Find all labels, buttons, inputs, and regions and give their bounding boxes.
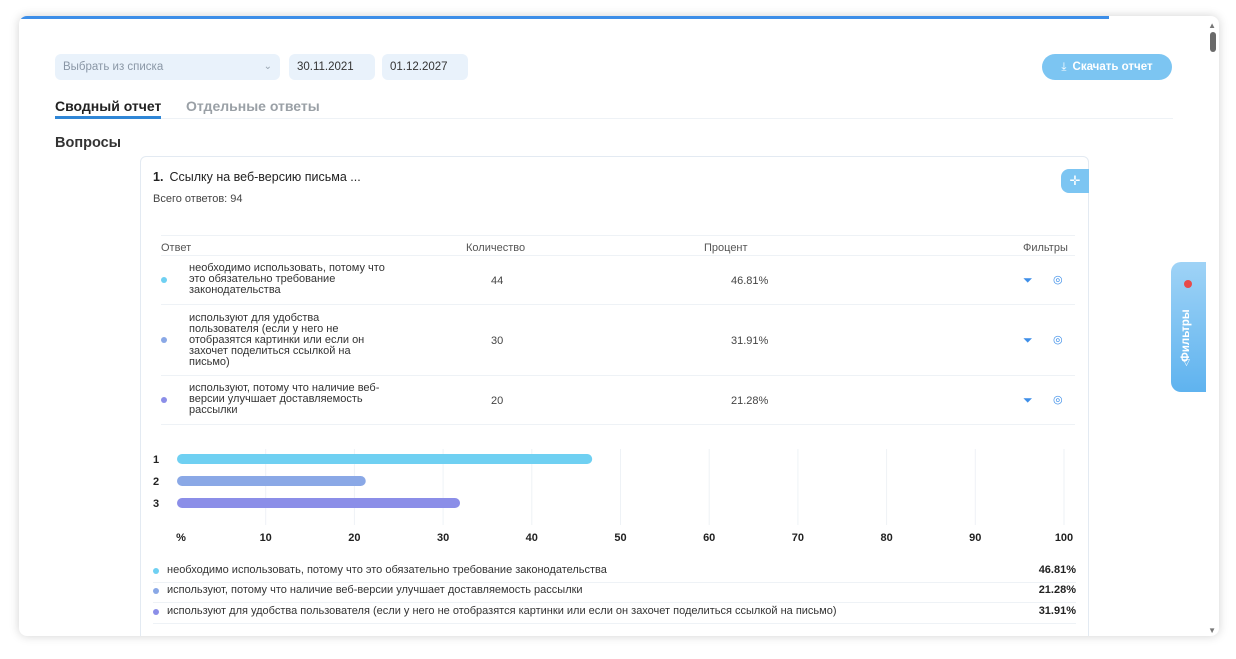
chevron-down-icon: ⌄ xyxy=(263,61,272,72)
chart-bar xyxy=(177,498,461,508)
row-count: 20 xyxy=(491,395,504,407)
list-select[interactable]: Выбрать из списка ⌄ xyxy=(55,54,280,80)
section-title: Вопросы xyxy=(55,135,122,151)
eye-off-icon[interactable]: ◎ xyxy=(1053,333,1063,346)
chart-tick-label: % xyxy=(176,532,186,544)
header-filters: Фильтры xyxy=(1023,242,1068,254)
row-color-dot xyxy=(161,337,167,343)
chart-category-label: 1 xyxy=(153,454,159,466)
legend-color-dot xyxy=(153,609,159,615)
chart-category-label: 3 xyxy=(153,498,159,510)
table-row: используют для удобства пользователя (ес… xyxy=(161,304,1075,375)
table-bottom-divider xyxy=(161,424,1075,425)
legend-text: необходимо использовать, потому что это … xyxy=(167,564,607,576)
legend-item: используют для удобства пользователя (ес… xyxy=(153,603,1076,624)
chart-tick-label: 100 xyxy=(1055,532,1073,544)
scroll-thumb[interactable] xyxy=(1210,32,1216,52)
tab-individual-answers[interactable]: Отдельные ответы xyxy=(186,98,320,114)
row-color-dot xyxy=(161,277,167,283)
question-text: Ссылку на веб-версию письма ... xyxy=(169,170,361,184)
date-from-field[interactable]: 30.11.2021 xyxy=(289,54,375,80)
filter-icon: ▽ xyxy=(1183,357,1190,367)
header-count: Количество xyxy=(466,242,526,254)
top-progress-bar xyxy=(19,16,1109,19)
eye-off-icon[interactable]: ◎ xyxy=(1053,393,1063,406)
legend-text: используют, потому что наличие веб-верси… xyxy=(167,584,583,596)
row-count: 30 xyxy=(491,335,504,347)
chart-tick-label: 40 xyxy=(526,532,538,544)
row-answer: используют для удобства пользователя (ес… xyxy=(189,312,365,368)
legend-item: используют, потому что наличие веб-верси… xyxy=(153,582,1076,603)
legend-value: 31.91% xyxy=(1038,605,1076,617)
scroll-down-icon[interactable]: ▼ xyxy=(1208,626,1216,635)
download-icon: ⤓ xyxy=(1061,61,1067,73)
answers-bar-chart: 1 2 3% 10 20 30 40 50 60 70 80 90 100 xyxy=(153,449,1073,544)
filter-icon[interactable]: ⏷ xyxy=(1023,393,1033,408)
row-answer: необходимо использовать, потому что это … xyxy=(189,262,385,296)
download-label: Скачать отчет xyxy=(1072,61,1153,73)
report-tabs: Сводный отчет Отдельные ответы xyxy=(55,98,1173,119)
chart-category-label: 2 xyxy=(153,476,159,488)
chart-tick-label: 80 xyxy=(880,532,892,544)
row-percent: 31.91% xyxy=(731,335,769,347)
legend-color-dot xyxy=(153,568,159,574)
header-percent: Процент xyxy=(704,242,748,254)
row-percent: 46.81% xyxy=(731,275,769,287)
filter-icon[interactable]: ⏷ xyxy=(1023,273,1033,288)
row-percent: 21.28% xyxy=(731,395,769,407)
tab-summary-report[interactable]: Сводный отчет xyxy=(55,98,162,119)
table-row: необходимо использовать, потому что это … xyxy=(161,255,1075,304)
eye-off-icon[interactable]: ◎ xyxy=(1053,273,1063,286)
chart-bar xyxy=(177,476,366,486)
chart-bar xyxy=(177,454,593,464)
row-color-dot xyxy=(161,397,167,403)
filters-side-tab[interactable]: Фильтры ▽ xyxy=(1171,262,1206,392)
legend-text: используют для удобства пользователя (ес… xyxy=(167,605,837,617)
question-title: 1. Ссылку на веб-версию письма ... xyxy=(153,170,361,184)
header-answer: Ответ xyxy=(161,242,192,254)
chart-tick-label: 60 xyxy=(703,532,715,544)
chart-tick-label: 20 xyxy=(348,532,360,544)
row-answer: используют, потому что наличие веб-верси… xyxy=(189,382,380,416)
chart-tick-label: 10 xyxy=(260,532,272,544)
report-window: ▲ ▼ Выбрать из списка ⌄ 30.11.2021 01.12… xyxy=(19,16,1219,636)
question-number: 1. xyxy=(153,170,164,184)
legend-value: 21.28% xyxy=(1038,584,1076,596)
plus-sparkle-icon[interactable]: ✛ xyxy=(1061,169,1089,193)
legend-value: 46.81% xyxy=(1038,564,1076,576)
filter-icon[interactable]: ⏷ xyxy=(1023,333,1033,348)
question-card: 1. Ссылку на веб-версию письма ... Всего … xyxy=(140,156,1089,636)
legend-item: необходимо использовать, потому что это … xyxy=(153,562,1076,583)
chart-tick-label: 30 xyxy=(437,532,449,544)
chart-tick-label: 90 xyxy=(969,532,981,544)
row-count: 44 xyxy=(491,275,504,287)
filters-side-label: Фильтры xyxy=(1180,309,1192,362)
scroll-up-icon[interactable]: ▲ xyxy=(1208,21,1216,30)
chart-tick-label: 50 xyxy=(614,532,626,544)
download-report-button[interactable]: ⤓ Скачать отчет xyxy=(1042,54,1172,80)
list-select-placeholder: Выбрать из списка xyxy=(63,61,164,73)
chart-tick-label: 70 xyxy=(792,532,804,544)
scrollbar[interactable]: ▲ ▼ xyxy=(1205,16,1219,636)
legend-color-dot xyxy=(153,588,159,594)
notification-dot xyxy=(1184,280,1192,288)
table-row: используют, потому что наличие веб-верси… xyxy=(161,375,1075,424)
date-to-field[interactable]: 01.12.2027 xyxy=(382,54,468,80)
total-answers: Всего ответов: 94 xyxy=(153,193,243,205)
